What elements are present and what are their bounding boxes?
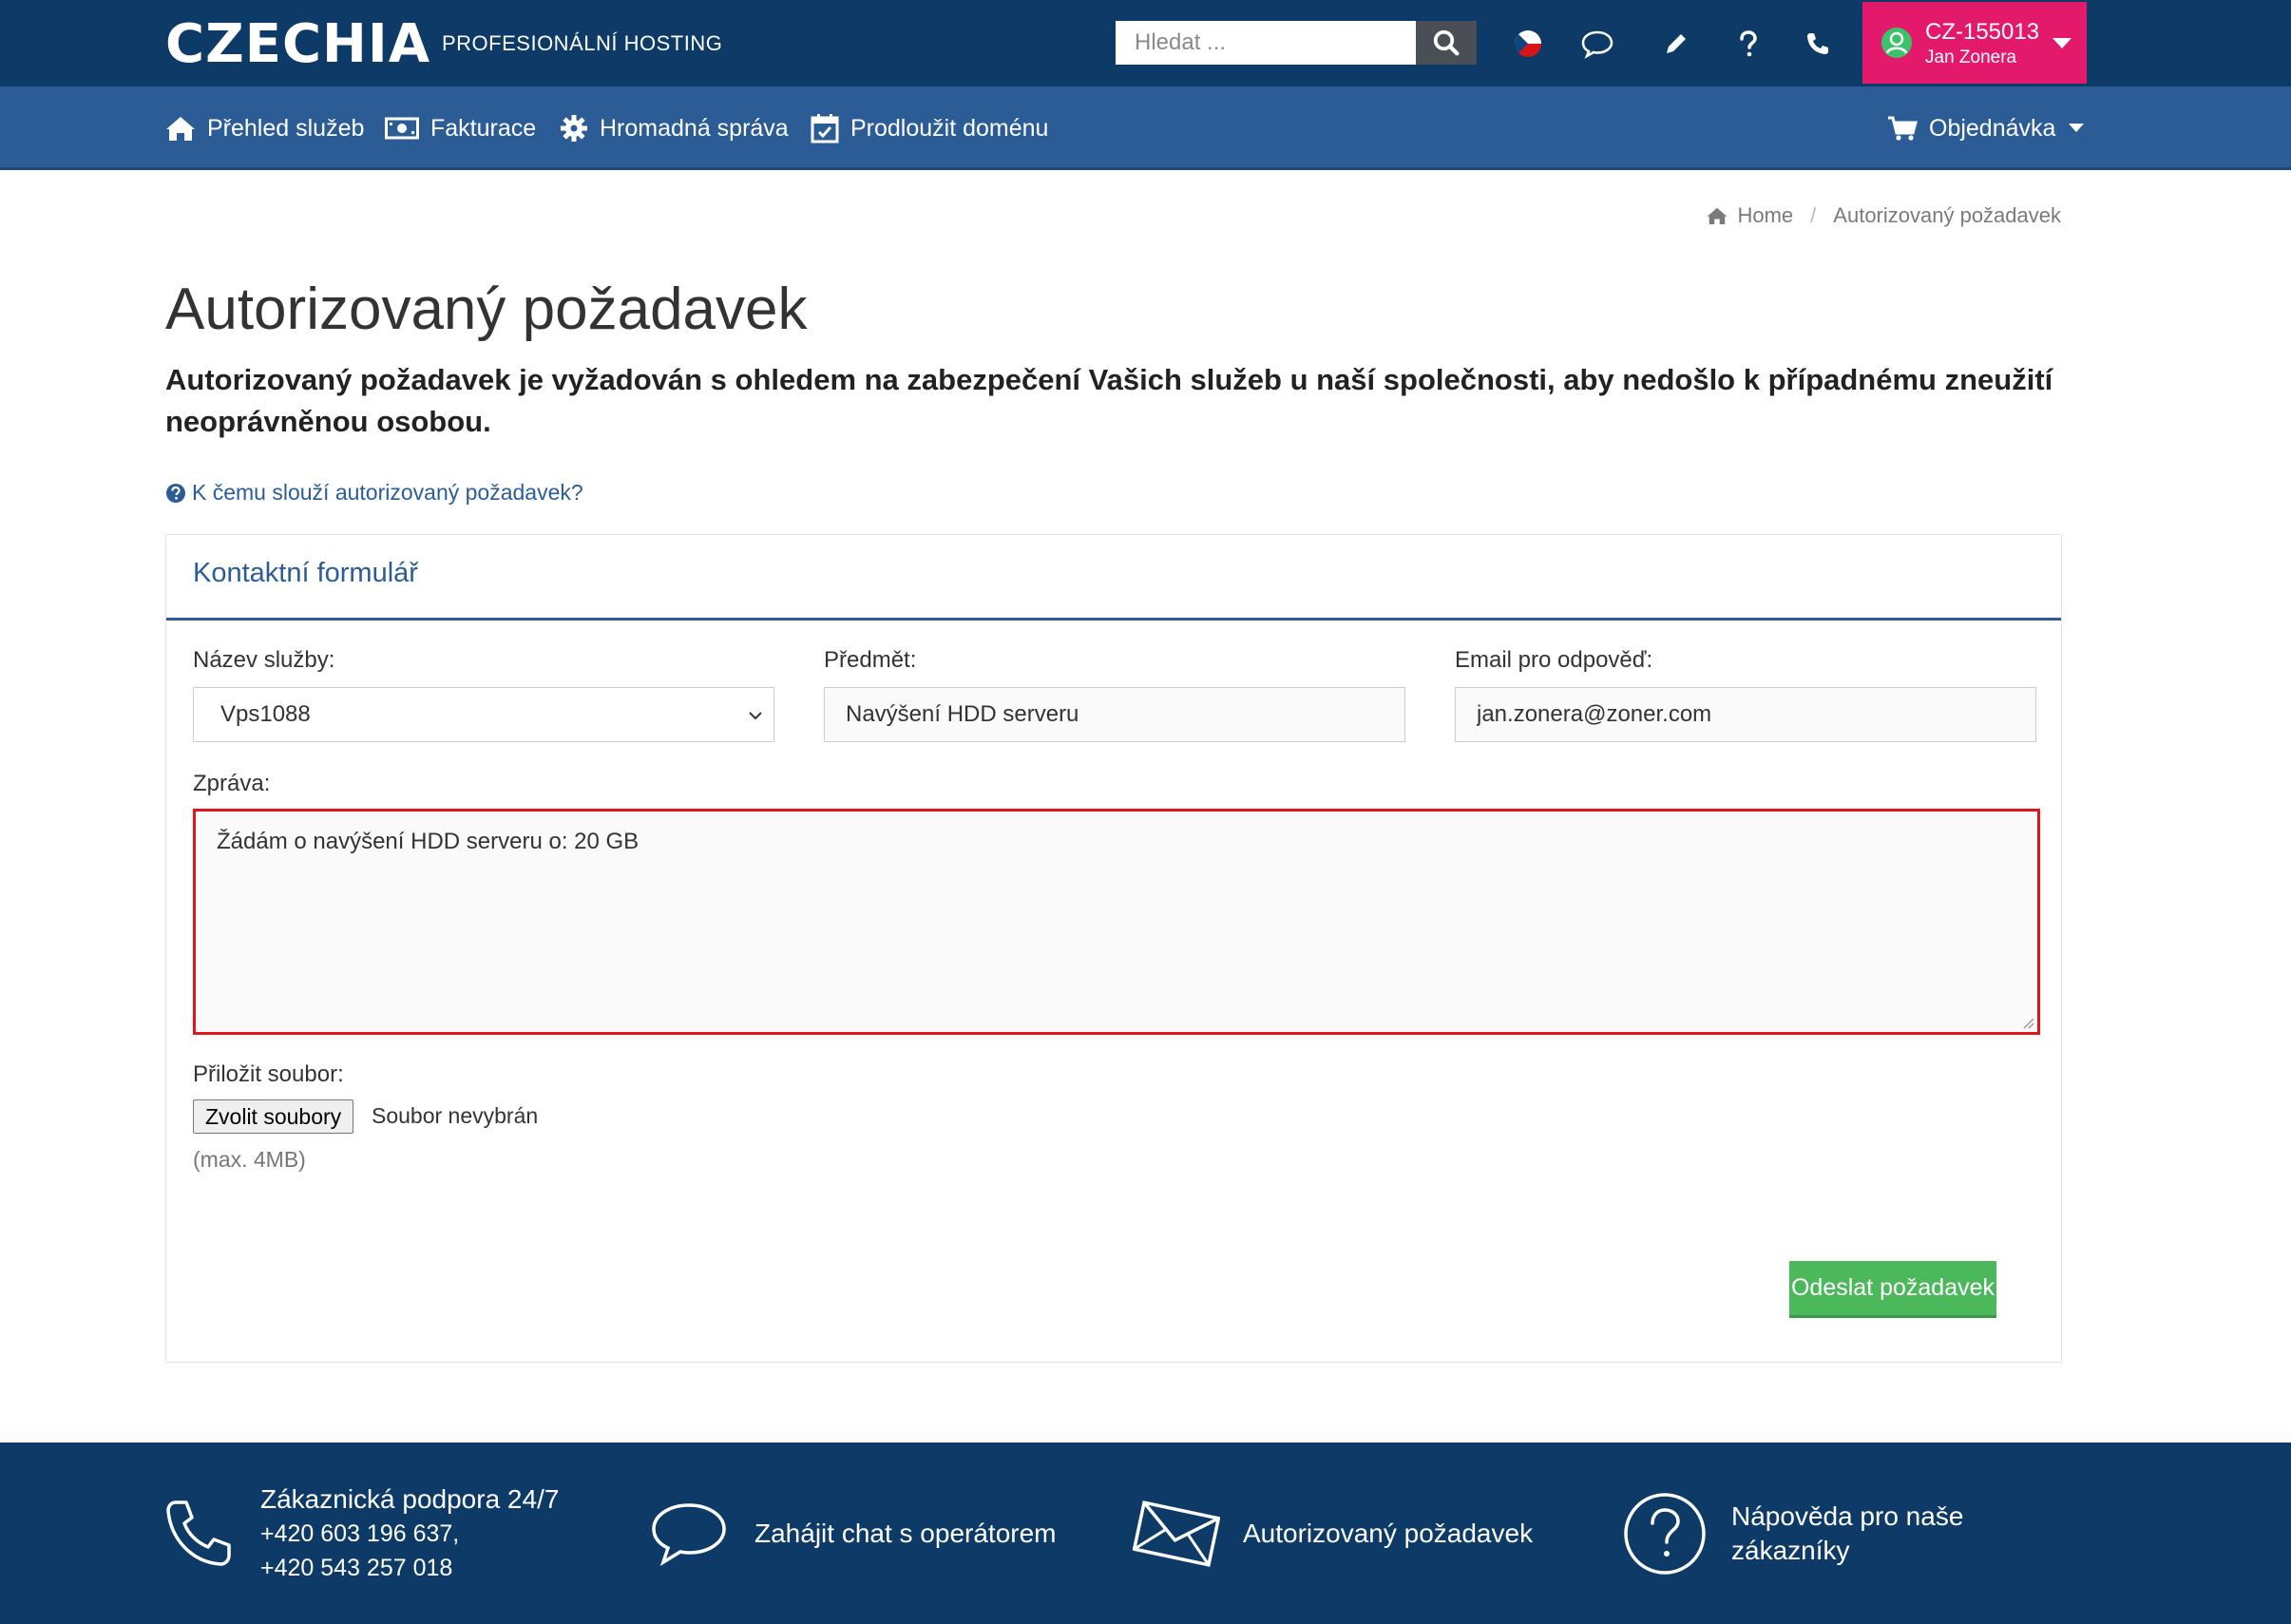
top-bar: CZECHIA PROFESIONÁLNÍ HOSTING CZ-155013 …	[0, 0, 2291, 86]
resize-grip-icon[interactable]	[2021, 1016, 2034, 1029]
search-input[interactable]	[1116, 21, 1416, 65]
home-icon	[166, 117, 195, 141]
nav-item-label: Hromadná správa	[600, 114, 789, 142]
cart-icon	[1888, 116, 1918, 141]
question-mark-icon	[1740, 30, 1757, 57]
nav-item-label: Prodloužit doménu	[850, 114, 1049, 142]
chevron-down-icon	[749, 712, 762, 720]
support-phone-1: +420 603 196 637,	[260, 1519, 460, 1547]
footer-support[interactable]: Zákaznická podpora 24/7 +420 603 196 637…	[162, 1442, 559, 1624]
submit-request-button[interactable]: Odeslat požadavek	[1789, 1261, 1996, 1318]
attach-label: Přiložit soubor:	[193, 1061, 344, 1087]
home-icon	[1708, 207, 1728, 224]
phone-outline-icon	[166, 1500, 231, 1566]
message-textarea[interactable]: Žádám o navýšení HDD serveru o: 20 GB	[193, 809, 2040, 1035]
user-avatar-icon	[1881, 28, 1912, 58]
logo[interactable]: CZECHIA	[165, 13, 430, 75]
caret-down-icon	[2052, 38, 2071, 48]
support-title: Zákaznická podpora 24/7	[260, 1483, 560, 1514]
nav-item-label: Přehled služeb	[207, 114, 365, 142]
chat-bubble-icon	[1581, 30, 1613, 59]
help-link-text: K čemu slouží autorizovaný požadavek?	[192, 480, 583, 505]
page-title: Autorizovaný požadavek	[165, 277, 808, 342]
footer-help[interactable]: Nápověda pro naše zákazníky	[1623, 1442, 1963, 1624]
choose-files-button[interactable]: Zvolit soubory	[193, 1099, 354, 1134]
account-id: CZ-155013	[1925, 19, 2040, 45]
footer-authorized-request[interactable]: Autorizovaný požadavek	[1133, 1442, 1533, 1624]
breadcrumb-separator: /	[1810, 203, 1817, 227]
breadcrumb: Home / Autorizovaný požadavek	[1707, 203, 2061, 228]
search-button[interactable]	[1416, 21, 1477, 65]
panel-divider	[166, 618, 2061, 621]
account-menu[interactable]: CZ-155013 Jan Zonera	[1862, 2, 2087, 84]
calendar-check-icon	[811, 114, 839, 143]
page-lead: Autorizovaný požadavek je vyžadován s oh…	[165, 363, 2053, 438]
chat-label: Zahájit chat s operátorem	[754, 1518, 1057, 1548]
help-link[interactable]: K čemu slouží autorizovaný požadavek?	[165, 480, 583, 506]
contact-form-panel: Kontaktní formulář Název služby: Vps1088…	[165, 534, 2062, 1363]
gear-icon	[561, 115, 587, 142]
phone-button[interactable]	[1799, 25, 1837, 63]
help-label-line-1: Nápověda pro naše	[1731, 1500, 1964, 1531]
nav-item-services[interactable]: Přehled služeb	[165, 86, 364, 170]
chat-button[interactable]	[1578, 25, 1616, 63]
file-status: Soubor nevybrán	[372, 1103, 539, 1128]
footer-chat[interactable]: Zahájit chat s operátorem	[650, 1442, 1057, 1624]
nav-item-bulk-management[interactable]: Hromadná správa	[560, 86, 789, 170]
tagline: PROFESIONÁLNÍ HOSTING	[442, 31, 723, 55]
nav-item-renew-domain[interactable]: Prodloužit doménu	[811, 86, 1048, 170]
language-flag-button[interactable]	[1509, 25, 1547, 63]
service-selected-value: Vps1088	[220, 701, 311, 727]
search-icon	[1433, 29, 1460, 56]
breadcrumb-current: Autorizovaný požadavek	[1833, 203, 2061, 227]
breadcrumb-home[interactable]: Home	[1737, 203, 1793, 228]
phone-icon	[1807, 33, 1828, 54]
nav-item-label: Fakturace	[430, 114, 537, 142]
message-label: Zpráva:	[193, 771, 271, 796]
subject-input[interactable]	[824, 687, 1405, 742]
file-size-hint: (max. 4MB)	[193, 1147, 306, 1172]
order-menu[interactable]: Objednávka	[1887, 86, 2095, 170]
caret-down-icon	[2069, 124, 2085, 132]
pencil-icon	[1667, 32, 1688, 53]
question-circle-icon	[166, 483, 185, 503]
email-label: Email pro odpověď:	[1455, 647, 1653, 673]
main-nav: Přehled služeb Fakturace Hromadná správa…	[0, 86, 2291, 170]
footer: Zákaznická podpora 24/7 +420 603 196 637…	[0, 1442, 2291, 1624]
question-circle-outline-icon	[1624, 1492, 1706, 1575]
account-name: Jan Zonera	[1925, 48, 2017, 67]
support-phone-2: +420 543 257 018	[260, 1554, 453, 1581]
envelope-icon	[1133, 1500, 1220, 1567]
help-button[interactable]	[1729, 25, 1767, 63]
money-icon	[385, 117, 419, 140]
panel-title: Kontaktní formulář	[193, 558, 418, 588]
subject-label: Předmět:	[824, 647, 917, 673]
email-input[interactable]	[1455, 687, 2036, 742]
edit-button[interactable]	[1657, 25, 1695, 63]
service-label: Název služby:	[193, 647, 335, 673]
nav-item-billing[interactable]: Fakturace	[385, 86, 536, 170]
czech-flag-icon	[1515, 30, 1541, 57]
chat-bubble-icon	[652, 1502, 726, 1566]
authorized-request-label: Autorizovaný požadavek	[1243, 1518, 1534, 1548]
help-label-line-2: zákazníky	[1731, 1535, 1850, 1565]
service-select[interactable]: Vps1088	[193, 687, 774, 742]
order-label: Objednávka	[1929, 114, 2056, 142]
